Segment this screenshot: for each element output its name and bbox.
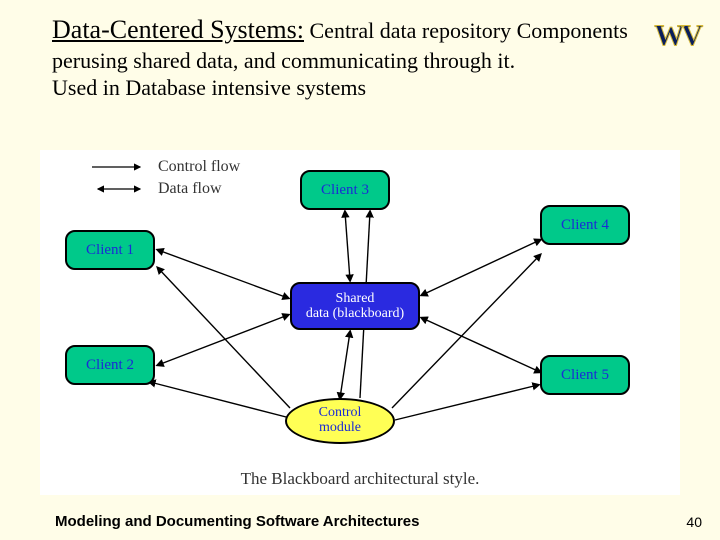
- logo-text: WV: [654, 19, 700, 53]
- client2-label: Client 2: [86, 357, 134, 374]
- title-lead: Data-Centered Systems:: [52, 15, 304, 44]
- university-logo: WV: [620, 8, 700, 63]
- diagram-area: Control flow Data flow: [40, 150, 680, 495]
- node-client-4: Client 4: [540, 205, 630, 245]
- node-client-2: Client 2: [65, 345, 155, 385]
- node-client-3: Client 3: [300, 170, 390, 210]
- node-client-5: Client 5: [540, 355, 630, 395]
- footer-text: Modeling and Documenting Software Archit…: [55, 513, 419, 530]
- legend-control-label: Control flow: [158, 158, 240, 176]
- node-control-module: Control module: [285, 398, 395, 444]
- shared-label: Shared data (blackboard): [306, 291, 404, 322]
- diagram-caption: The Blackboard architectural style.: [40, 469, 680, 489]
- title-line3: Used in Database intensive systems: [52, 75, 366, 100]
- client4-label: Client 4: [561, 217, 609, 234]
- title-block: Data-Centered Systems: Central data repo…: [0, 0, 720, 102]
- legend-control-row: Control flow: [90, 158, 240, 176]
- node-client-1: Client 1: [65, 230, 155, 270]
- page-number: 40: [686, 514, 702, 530]
- node-shared-data: Shared data (blackboard): [290, 282, 420, 330]
- legend: Control flow Data flow: [90, 158, 240, 202]
- client5-label: Client 5: [561, 367, 609, 384]
- legend-data-row: Data flow: [90, 180, 240, 198]
- arrow-icon: [90, 160, 148, 174]
- control-label: Control module: [319, 406, 362, 435]
- legend-data-label: Data flow: [158, 180, 222, 198]
- client3-label: Client 3: [321, 182, 369, 199]
- double-arrow-icon: [90, 182, 148, 196]
- client1-label: Client 1: [86, 242, 134, 259]
